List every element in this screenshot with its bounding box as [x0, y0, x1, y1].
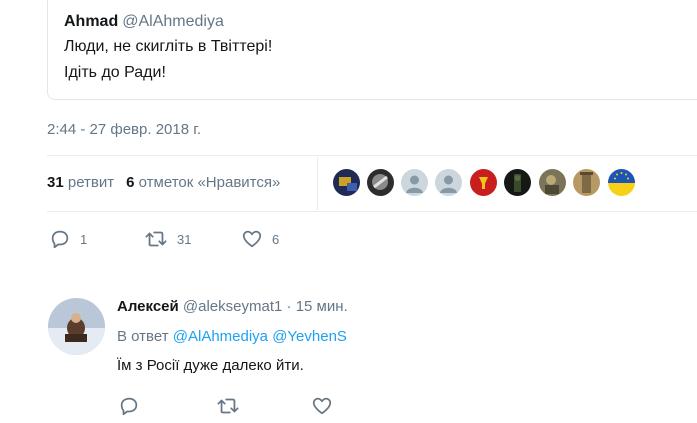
divider: [47, 211, 697, 212]
reply-time[interactable]: 15 мин.: [296, 298, 348, 315]
liker-avatar[interactable]: [333, 169, 360, 196]
liker-avatar[interactable]: [539, 169, 566, 196]
liker-avatar[interactable]: [573, 169, 600, 196]
like-button[interactable]: 6: [241, 228, 279, 250]
quoted-tweet-text-line-2: Ідіть до Ради!: [64, 64, 166, 81]
retweet-button[interactable]: 31: [144, 228, 191, 250]
like-icon: [311, 395, 333, 417]
likes-count: 6: [126, 174, 135, 191]
liker-avatar-default[interactable]: [435, 169, 462, 196]
separator-dot: ·: [286, 298, 292, 315]
mention-link[interactable]: @YevhenS: [272, 328, 347, 345]
reply-author-avatar[interactable]: [48, 298, 105, 355]
in-reply-prefix: В ответ: [117, 328, 169, 345]
retweet-icon: [144, 228, 168, 250]
liker-avatar[interactable]: [367, 169, 394, 196]
quoted-tweet-card[interactable]: Ahmad @AlAhmediya Люди, не скигліть в Тві…: [47, 0, 697, 100]
reply-button[interactable]: [118, 395, 140, 417]
tweet-timestamp[interactable]: 2:44 - 27 февр. 2018 г.: [47, 121, 201, 138]
mention-link[interactable]: @AlAhmediya: [173, 328, 268, 345]
reply-text: Їм з Росії дуже далеко йти.: [117, 357, 304, 374]
tweet-stats: 31 ретвит 6 отметок «Нравится»: [47, 174, 280, 191]
like-count: 6: [272, 231, 280, 247]
reply-author-handle[interactable]: @alekseymat1: [183, 298, 282, 315]
retweet-icon: [216, 395, 240, 417]
quoted-author-handle[interactable]: @AlAhmediya: [122, 13, 224, 30]
like-icon: [241, 228, 263, 250]
in-reply-to: В ответ @AlAhmediya @YevhenS: [117, 328, 347, 345]
reply-icon: [118, 395, 140, 417]
likes-label: отметок «Нравится»: [138, 174, 281, 191]
likes-stat[interactable]: 6 отметок «Нравится»: [126, 174, 280, 191]
reply-count: 1: [80, 231, 88, 247]
liker-avatar[interactable]: [504, 169, 531, 196]
retweet-button[interactable]: [216, 395, 240, 417]
quoted-tweet-text-line-1: Люди, не скигліть в Твіттері!: [64, 38, 273, 55]
retweets-stat[interactable]: 31 ретвит: [47, 174, 114, 191]
quoted-tweet-header: Ahmad @AlAhmediya: [64, 13, 224, 31]
liker-avatar-default[interactable]: [401, 169, 428, 196]
quoted-author-name[interactable]: Ahmad: [64, 13, 118, 30]
stats-separator: [317, 157, 318, 210]
reply-author-name[interactable]: Алексей: [117, 298, 179, 315]
reply-button[interactable]: 1: [49, 228, 87, 250]
liker-avatar-eu-flag[interactable]: [608, 169, 635, 196]
retweets-label: ретвит: [67, 174, 115, 191]
reply-header: Алексей @alekseymat1 · 15 мин.: [117, 298, 348, 315]
retweet-count: 31: [177, 231, 192, 247]
retweets-count: 31: [47, 174, 64, 191]
divider: [47, 155, 697, 156]
reply-icon: [49, 228, 71, 250]
like-button[interactable]: [311, 395, 333, 417]
liker-avatar[interactable]: [470, 169, 497, 196]
